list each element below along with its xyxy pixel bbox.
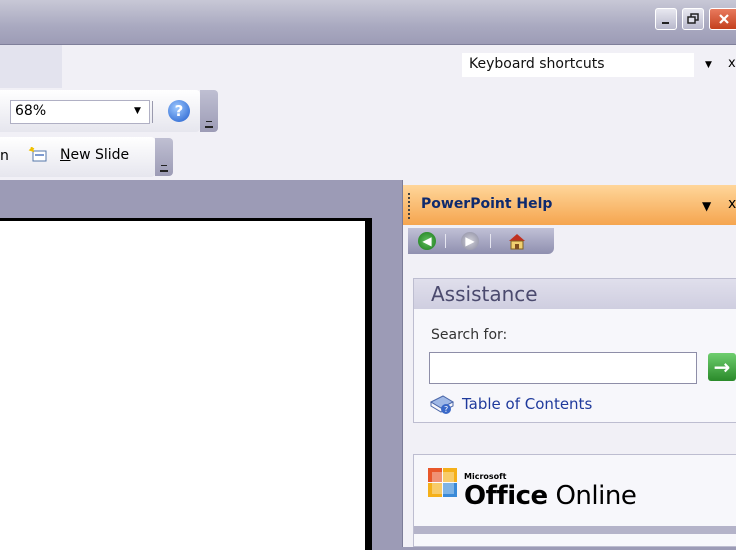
ask-a-question-dropdown-icon[interactable]: ▼ xyxy=(705,60,712,70)
task-pane-close-button[interactable]: x xyxy=(728,196,736,212)
task-pane-nav: ◀ ▶ xyxy=(403,225,736,257)
title-bar xyxy=(0,0,736,45)
forward-icon[interactable]: ▶ xyxy=(461,232,479,250)
office-brand-bold: Office xyxy=(464,481,548,511)
assistance-header: Assistance xyxy=(414,279,736,309)
assistance-title: Assistance xyxy=(431,282,538,306)
menu-area xyxy=(0,45,62,88)
task-pane-header: PowerPoint Help ▼ x xyxy=(403,185,736,225)
nav-separator xyxy=(445,234,446,248)
search-input[interactable] xyxy=(429,352,697,384)
minimize-icon xyxy=(662,22,669,24)
nav-separator xyxy=(490,234,491,248)
restore-button[interactable] xyxy=(682,8,704,30)
close-button[interactable] xyxy=(709,8,736,30)
formatting-toolbar: n New Slide xyxy=(0,137,155,177)
close-document-button[interactable]: x xyxy=(728,56,736,71)
search-label: Search for: xyxy=(431,327,508,343)
table-of-contents-icon[interactable]: ? xyxy=(429,394,455,416)
task-pane-title[interactable]: PowerPoint Help xyxy=(421,196,552,212)
new-slide-accelerator: N xyxy=(60,147,71,163)
office-logo-icon[interactable] xyxy=(426,466,460,500)
toolbar-area: 68% ▼ ? n New Slide xyxy=(0,88,736,180)
task-pane-grip[interactable] xyxy=(408,193,410,219)
close-icon xyxy=(719,14,729,24)
back-icon[interactable]: ◀ xyxy=(418,232,436,250)
new-slide-icon[interactable] xyxy=(28,147,48,163)
office-online-divider xyxy=(414,526,736,534)
toolbar-options-button[interactable] xyxy=(155,138,173,176)
nav-toolbar: ◀ ▶ xyxy=(408,228,554,254)
ask-a-question-box[interactable]: Keyboard shortcuts xyxy=(462,53,694,77)
restore-icon xyxy=(687,13,699,24)
ask-a-question-value: Keyboard shortcuts xyxy=(469,56,605,72)
assistance-section: Assistance Search for: → ? Table of Cont… xyxy=(413,278,736,423)
svg-text:?: ? xyxy=(444,405,448,414)
zoom-value: 68% xyxy=(15,103,47,119)
new-slide-label: ew Slide xyxy=(70,147,130,163)
task-pane: PowerPoint Help ▼ x ◀ ▶ Assistance Searc… xyxy=(402,180,736,547)
table-of-contents-link[interactable]: Table of Contents xyxy=(462,395,592,413)
go-arrow-icon[interactable]: → xyxy=(708,353,736,381)
office-online-section: Microsoft Office Online xyxy=(413,454,736,547)
zoom-combobox[interactable]: 68% xyxy=(10,100,150,124)
toolbar-separator xyxy=(152,101,153,123)
menu-bar: Keyboard shortcuts ▼ x xyxy=(0,45,736,88)
task-pane-menu-icon[interactable]: ▼ xyxy=(702,199,711,213)
home-icon[interactable] xyxy=(506,232,528,250)
toolbar-fragment-text: n xyxy=(0,148,9,164)
office-online-ms-text: Microsoft xyxy=(464,472,507,481)
toolbar-options-button[interactable] xyxy=(200,90,218,132)
help-icon[interactable]: ? xyxy=(168,100,190,122)
office-online-link[interactable]: Office Online xyxy=(464,481,637,511)
office-brand-rest: Online xyxy=(547,481,637,511)
zoom-dropdown-icon[interactable]: ▼ xyxy=(134,106,141,116)
new-slide-button[interactable]: New Slide xyxy=(60,147,129,163)
slide-canvas[interactable] xyxy=(0,218,372,550)
minimize-button[interactable] xyxy=(655,8,677,30)
standard-toolbar: 68% ▼ ? xyxy=(0,90,200,132)
slide-workspace xyxy=(0,180,402,550)
